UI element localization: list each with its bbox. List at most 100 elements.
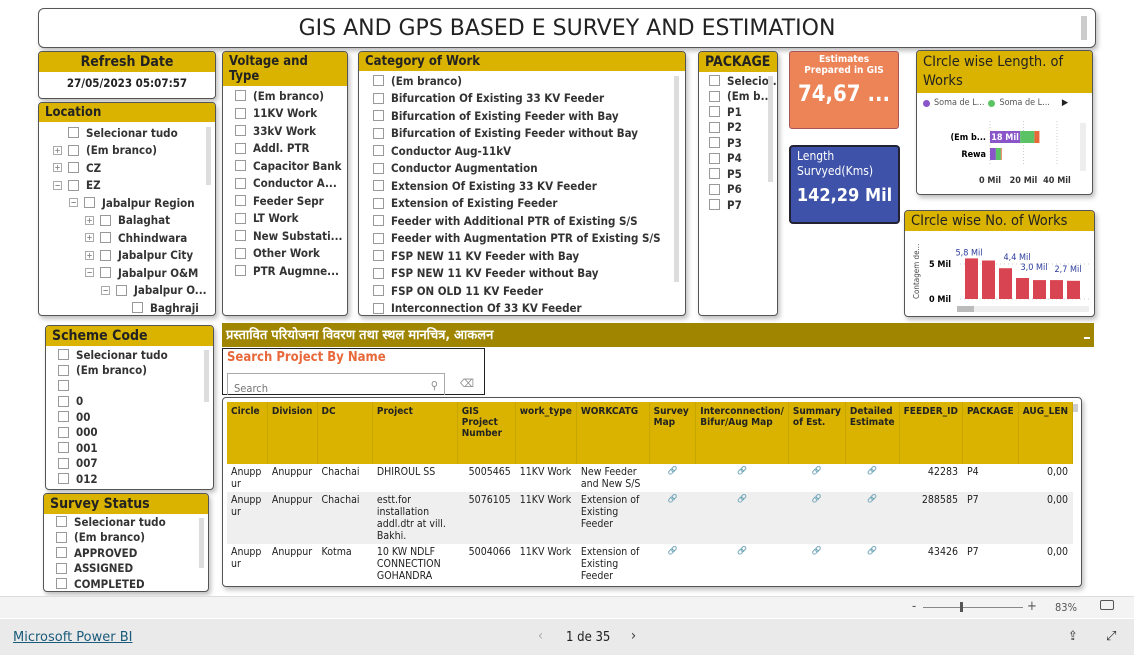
slicer-item[interactable]: Interconnection Of 33 KV Feeder xyxy=(373,300,685,315)
checkbox[interactable] xyxy=(373,232,384,244)
checkbox[interactable] xyxy=(235,265,246,277)
checkbox[interactable] xyxy=(709,90,720,102)
slicer-item[interactable]: + CZ xyxy=(53,159,215,177)
column-header[interactable]: PACKAGE xyxy=(962,402,1019,464)
checkbox[interactable] xyxy=(235,195,246,207)
slicer-item[interactable]: Conductor Aug-11kV xyxy=(373,142,685,160)
slicer-item[interactable]: 007 xyxy=(58,456,213,472)
slicer-item[interactable]: + (Em branco) xyxy=(53,142,215,160)
fit-page-icon[interactable] xyxy=(1100,600,1114,610)
checkbox[interactable] xyxy=(709,121,720,133)
expand-icon[interactable]: + xyxy=(53,163,62,173)
slicer-item[interactable]: P7 xyxy=(709,197,777,213)
checkbox[interactable] xyxy=(709,75,720,87)
collapse-icon[interactable]: − xyxy=(101,285,110,295)
checkbox[interactable] xyxy=(373,215,384,227)
minimize-icon[interactable] xyxy=(1084,337,1090,339)
checkbox[interactable] xyxy=(709,183,720,195)
slicer-item[interactable]: + Jabalpur City xyxy=(53,247,215,265)
zoom-slider[interactable] xyxy=(923,607,1023,608)
scrollbar[interactable] xyxy=(1080,123,1086,171)
checkbox[interactable] xyxy=(68,127,79,139)
link-icon[interactable]: 🔗 xyxy=(845,492,900,544)
slicer-item[interactable]: Selecio... xyxy=(709,73,777,89)
checkbox[interactable] xyxy=(373,267,384,279)
link-icon[interactable]: 🔗 xyxy=(845,544,899,584)
expand-icon[interactable]: + xyxy=(85,250,94,260)
checkbox[interactable] xyxy=(373,110,384,122)
checkbox[interactable] xyxy=(709,106,720,118)
slicer-item[interactable]: P2 xyxy=(709,120,777,136)
slicer-item[interactable]: PTR Augmne... xyxy=(235,262,347,280)
link-icon[interactable]: 🔗 xyxy=(695,492,789,544)
checkbox[interactable] xyxy=(373,197,384,209)
bar[interactable] xyxy=(999,268,1012,299)
column-header[interactable]: Detailed Estimate xyxy=(845,402,900,464)
column-header[interactable]: WORKCATG xyxy=(576,402,650,464)
slicer-item[interactable]: Selecionar tudo xyxy=(56,514,208,530)
slicer-item[interactable]: 00 xyxy=(58,409,213,425)
slicer-item[interactable]: P6 xyxy=(709,182,777,198)
slicer-item[interactable]: − Jabalpur O... xyxy=(53,282,215,300)
slicer-item[interactable]: 0 xyxy=(58,394,213,410)
scrollbar[interactable] xyxy=(199,518,204,568)
checkbox[interactable] xyxy=(116,284,127,296)
slicer-item[interactable]: Selecionar tudo xyxy=(53,124,215,142)
checkbox[interactable] xyxy=(373,285,384,297)
next-page-button[interactable]: › xyxy=(631,628,636,644)
checkbox[interactable] xyxy=(709,152,720,164)
checkbox[interactable] xyxy=(235,125,246,137)
slicer-item[interactable]: (Em branco) xyxy=(56,530,208,546)
slicer-item[interactable]: Feeder with Additional PTR of Existing S… xyxy=(373,212,685,230)
slicer-item[interactable]: Capacitor Bank xyxy=(235,157,347,175)
checkbox[interactable] xyxy=(235,247,246,259)
eraser-icon[interactable]: ⌫ xyxy=(460,377,474,390)
checkbox[interactable] xyxy=(68,162,79,174)
collapse-icon[interactable]: − xyxy=(85,268,94,278)
slicer-item[interactable]: 11KV Work xyxy=(235,105,347,123)
slicer-item[interactable]: Addl. PTR xyxy=(235,140,347,158)
column-header[interactable]: DC xyxy=(317,402,373,464)
slicer-item[interactable]: Conductor A... xyxy=(235,175,347,193)
checkbox[interactable] xyxy=(58,442,69,454)
scrollbar[interactable] xyxy=(674,76,679,282)
column-header[interactable]: Summary of Est. xyxy=(788,402,846,464)
checkbox[interactable] xyxy=(58,395,69,407)
slicer-item[interactable]: 33kV Work xyxy=(235,122,347,140)
slicer-item[interactable]: COMPLETED xyxy=(56,576,208,591)
scrollbar[interactable] xyxy=(204,350,209,402)
link-icon[interactable]: 🔗 xyxy=(788,544,845,584)
slicer-item[interactable] xyxy=(58,378,213,394)
checkbox[interactable] xyxy=(373,75,384,87)
checkbox[interactable] xyxy=(235,90,246,102)
checkbox[interactable] xyxy=(56,516,67,528)
bar[interactable] xyxy=(1016,278,1029,299)
checkbox[interactable] xyxy=(373,302,384,314)
checkbox[interactable] xyxy=(235,212,246,224)
checkbox[interactable] xyxy=(235,107,246,119)
scrollbar[interactable] xyxy=(206,127,211,185)
bar[interactable] xyxy=(1050,280,1063,299)
slicer-item[interactable]: − Jabalpur O&M xyxy=(53,264,215,282)
link-icon[interactable]: 🔗 xyxy=(788,492,846,544)
slicer-item[interactable]: 012 xyxy=(58,471,213,487)
bar[interactable] xyxy=(965,258,978,299)
scrollbar[interactable] xyxy=(1073,404,1078,412)
checkbox[interactable] xyxy=(100,214,111,226)
checkbox[interactable] xyxy=(84,197,95,209)
slicer-item[interactable]: APPROVED xyxy=(56,545,208,561)
slicer-item[interactable]: FSP NEW 11 KV Feeder without Bay xyxy=(373,265,685,283)
scrollbar-thumb[interactable] xyxy=(957,306,974,312)
slicer-item[interactable]: FSP ON OLD 11 KV Feeder xyxy=(373,282,685,300)
expand-icon[interactable]: + xyxy=(85,215,94,225)
zoom-in-button[interactable]: + xyxy=(1027,599,1037,614)
link-icon[interactable]: 🔗 xyxy=(649,464,696,492)
checkbox[interactable] xyxy=(100,232,111,244)
checkbox[interactable] xyxy=(58,411,69,423)
column-header[interactable]: Interconnection/ Bifur/Aug Map xyxy=(695,402,789,464)
slicer-item[interactable]: + Balaghat xyxy=(53,212,215,230)
checkbox[interactable] xyxy=(68,179,79,191)
link-icon[interactable]: 🔗 xyxy=(649,544,696,584)
slicer-item[interactable]: (Em b... xyxy=(709,89,777,105)
slicer-item[interactable]: New Substati... xyxy=(235,227,347,245)
